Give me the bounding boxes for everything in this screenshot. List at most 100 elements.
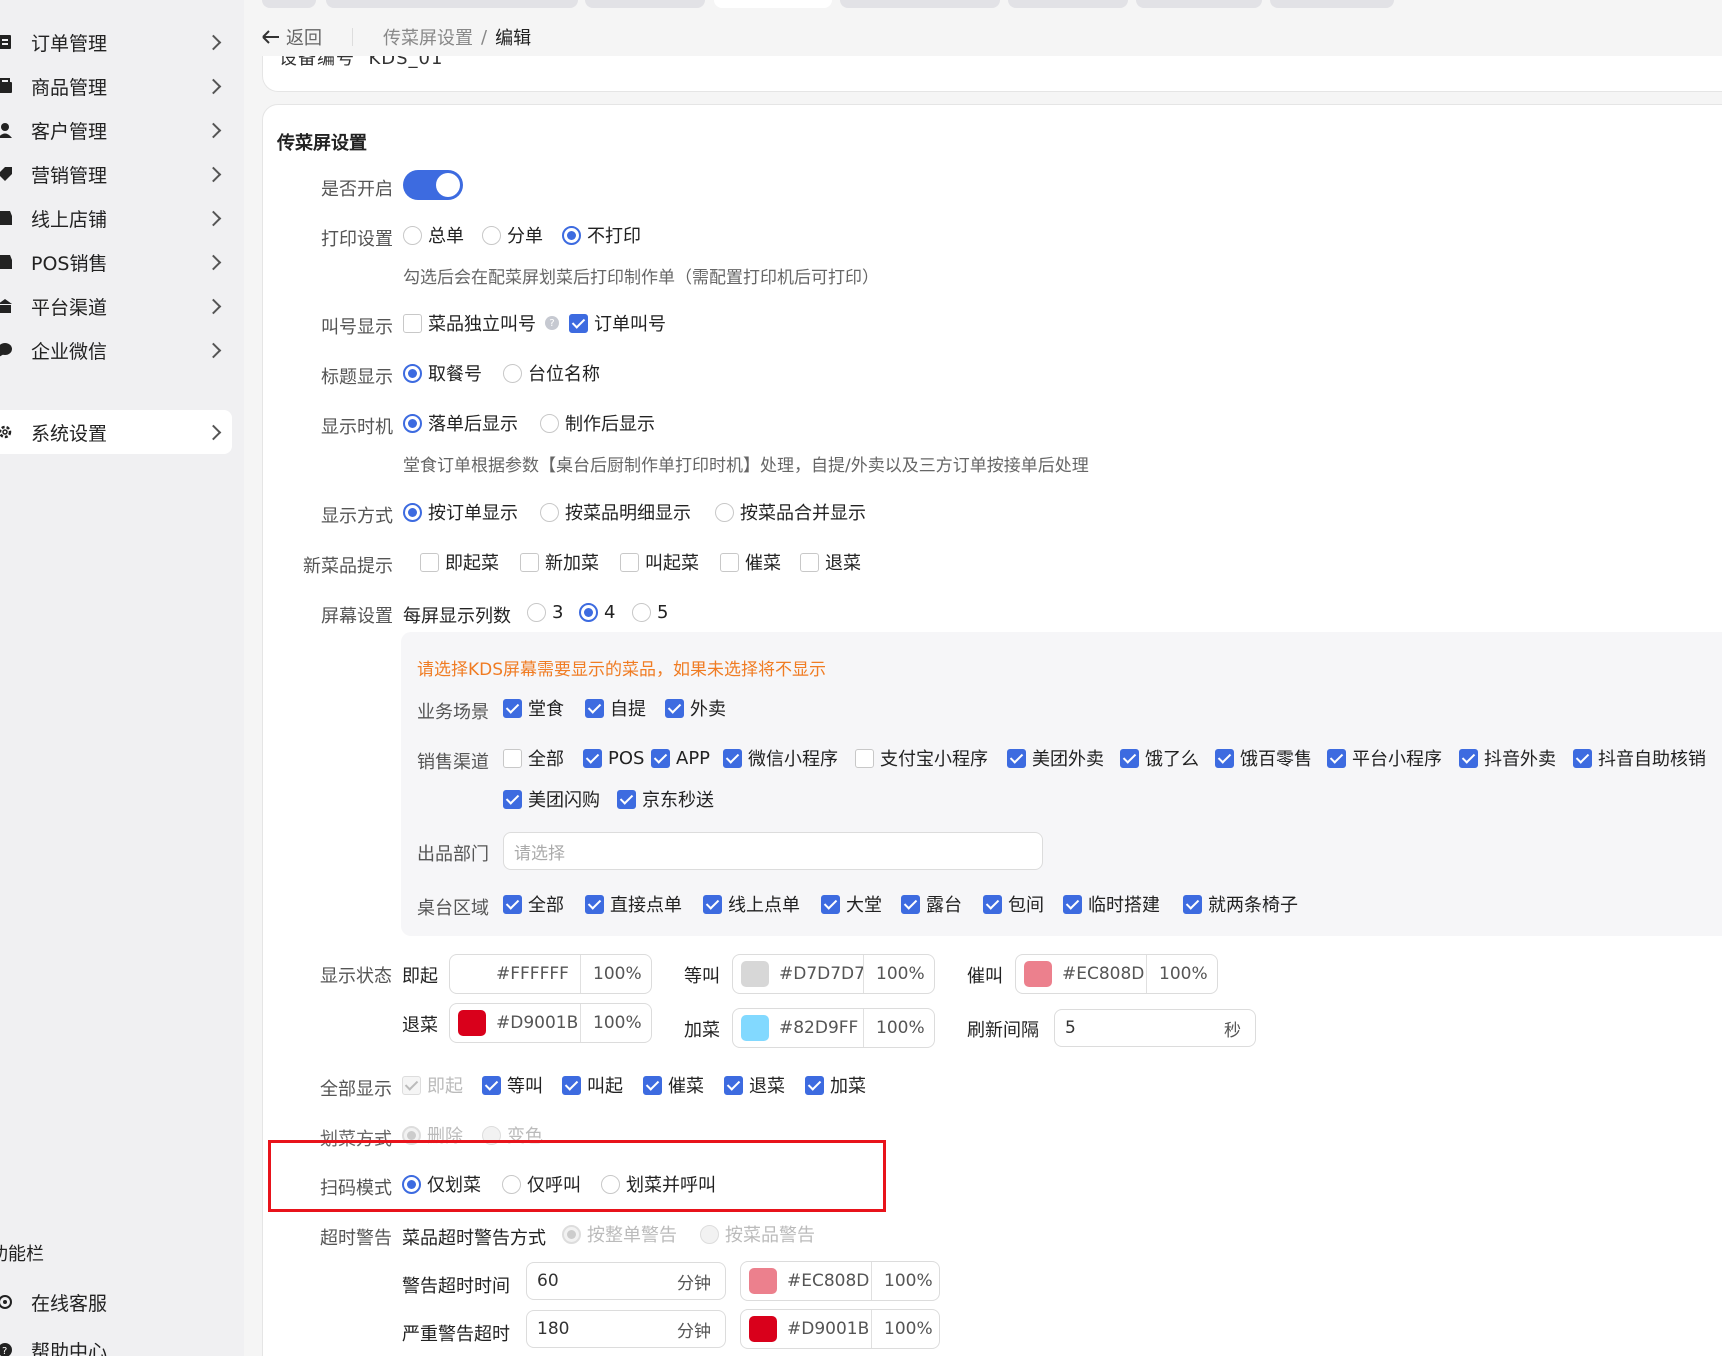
- checkbox-checked[interactable]: [1063, 894, 1082, 914]
- columns-option-5[interactable]: 5: [632, 600, 668, 624]
- color-swatch[interactable]: [749, 1316, 777, 1342]
- radio-selected[interactable]: [562, 225, 581, 245]
- breadcrumb-parent[interactable]: 传菜屏设置: [383, 24, 473, 50]
- color-picker-immediate[interactable]: #FFFFFF 100%: [449, 954, 652, 994]
- new-tip-option[interactable]: 即起菜: [420, 550, 499, 574]
- checkbox-checked[interactable]: [562, 1075, 581, 1095]
- checkbox-checked[interactable]: [665, 698, 684, 718]
- sidebar-item-support[interactable]: 在线客服: [0, 1280, 232, 1324]
- area-option[interactable]: 就两条椅子: [1183, 892, 1298, 916]
- checkbox-checked[interactable]: [1215, 748, 1234, 768]
- channel-option[interactable]: 京东秒送: [617, 787, 714, 811]
- sidebar-item-marketing[interactable]: 营销管理: [0, 152, 232, 196]
- tab[interactable]: [1008, 0, 1128, 8]
- scene-option[interactable]: 自提: [585, 696, 646, 720]
- checkbox-checked[interactable]: [503, 894, 522, 914]
- channel-option[interactable]: 美团闪购: [503, 787, 600, 811]
- checkbox-checked[interactable]: [805, 1075, 824, 1095]
- radio[interactable]: [482, 225, 501, 245]
- timing-option-order[interactable]: 落单后显示: [403, 411, 518, 435]
- all-show-option[interactable]: 叫起: [562, 1073, 623, 1097]
- radio-selected[interactable]: [579, 602, 598, 622]
- checkbox-checked[interactable]: [1183, 894, 1202, 914]
- severe-color-picker[interactable]: #D9001B 100%: [740, 1309, 940, 1349]
- channel-option[interactable]: 抖音自助核销: [1573, 746, 1706, 770]
- channel-option[interactable]: 抖音外卖: [1459, 746, 1556, 770]
- channel-option[interactable]: 全部: [503, 746, 564, 770]
- scene-option[interactable]: 外卖: [665, 696, 726, 720]
- new-tip-option[interactable]: 退菜: [800, 550, 861, 574]
- radio[interactable]: [403, 225, 422, 245]
- checkbox-checked[interactable]: [569, 313, 588, 333]
- print-option-total[interactable]: 总单: [403, 223, 464, 247]
- area-option[interactable]: 露台: [901, 892, 962, 916]
- checkbox-checked[interactable]: [901, 894, 920, 914]
- radio-selected[interactable]: [403, 413, 422, 433]
- mode-option-order[interactable]: 按订单显示: [403, 500, 518, 524]
- color-picker-return[interactable]: #D9001B 100%: [449, 1003, 652, 1043]
- checkbox[interactable]: [403, 313, 422, 333]
- color-picker-urge[interactable]: #EC808D 100%: [1015, 954, 1218, 994]
- checkbox-checked[interactable]: [1459, 748, 1478, 768]
- question-icon[interactable]: ?: [545, 316, 559, 330]
- color-swatch[interactable]: [741, 1015, 769, 1041]
- new-tip-option[interactable]: 新加菜: [520, 550, 599, 574]
- sidebar-item-orders[interactable]: 订单管理: [0, 20, 232, 64]
- checkbox-checked[interactable]: [503, 789, 522, 809]
- checkbox[interactable]: [800, 552, 819, 572]
- color-picker-add[interactable]: #82D9FF 100%: [732, 1008, 935, 1048]
- checkbox[interactable]: [855, 748, 874, 768]
- color-swatch[interactable]: [741, 961, 769, 987]
- columns-option-4[interactable]: 4: [579, 600, 615, 624]
- warn-color-picker[interactable]: #EC808D 100%: [740, 1261, 940, 1301]
- channel-option[interactable]: 支付宝小程序: [855, 746, 988, 770]
- call-option-order[interactable]: 订单叫号: [569, 311, 666, 335]
- call-option-dish[interactable]: 菜品独立叫号?: [403, 311, 559, 335]
- checkbox-checked[interactable]: [821, 894, 840, 914]
- checkbox-checked[interactable]: [482, 1075, 501, 1095]
- tab[interactable]: [262, 0, 316, 8]
- channel-option[interactable]: POS: [583, 746, 644, 770]
- area-option[interactable]: 包间: [983, 892, 1044, 916]
- print-option-split[interactable]: 分单: [482, 223, 543, 247]
- timing-option-make[interactable]: 制作后显示: [540, 411, 655, 435]
- tab[interactable]: [326, 0, 578, 8]
- all-show-option[interactable]: 加菜: [805, 1073, 866, 1097]
- channel-option[interactable]: 饿了么: [1120, 746, 1199, 770]
- refresh-input[interactable]: 5秒: [1054, 1009, 1256, 1047]
- new-tip-option[interactable]: 叫起菜: [620, 550, 699, 574]
- color-picker-wait[interactable]: #D7D7D7 100%: [732, 954, 935, 994]
- title-option-table[interactable]: 台位名称: [503, 361, 600, 385]
- radio[interactable]: [715, 502, 734, 522]
- checkbox-checked[interactable]: [617, 789, 636, 809]
- color-swatch[interactable]: [1024, 961, 1052, 987]
- dept-select[interactable]: 请选择: [503, 832, 1043, 870]
- radio[interactable]: [540, 413, 559, 433]
- checkbox-checked[interactable]: [983, 894, 1002, 914]
- channel-option[interactable]: APP: [651, 746, 710, 770]
- checkbox-checked[interactable]: [1573, 748, 1592, 768]
- sidebar-item-channels[interactable]: 平台渠道: [0, 284, 232, 328]
- color-swatch[interactable]: [458, 1010, 486, 1036]
- radio[interactable]: [503, 363, 522, 383]
- area-option[interactable]: 临时搭建: [1063, 892, 1160, 916]
- tab-active[interactable]: [714, 0, 832, 8]
- mode-option-detail[interactable]: 按菜品明细显示: [540, 500, 691, 524]
- channel-option[interactable]: 饿百零售: [1215, 746, 1312, 770]
- all-show-option[interactable]: 催菜: [643, 1073, 704, 1097]
- radio-selected[interactable]: [403, 502, 422, 522]
- radio[interactable]: [540, 502, 559, 522]
- tab[interactable]: [1270, 0, 1394, 8]
- sidebar-item-online-store[interactable]: 线上店铺: [0, 196, 232, 240]
- all-show-option[interactable]: 等叫: [482, 1073, 543, 1097]
- columns-option-3[interactable]: 3: [527, 600, 563, 624]
- checkbox-checked[interactable]: [723, 748, 742, 768]
- severe-time-input[interactable]: 180 分钟: [526, 1310, 726, 1348]
- checkbox-checked[interactable]: [724, 1075, 743, 1095]
- color-swatch[interactable]: [458, 961, 486, 987]
- checkbox-checked[interactable]: [1327, 748, 1346, 768]
- tab[interactable]: [585, 0, 705, 8]
- color-swatch[interactable]: [749, 1268, 777, 1294]
- checkbox[interactable]: [620, 552, 639, 572]
- all-show-option[interactable]: 退菜: [724, 1073, 785, 1097]
